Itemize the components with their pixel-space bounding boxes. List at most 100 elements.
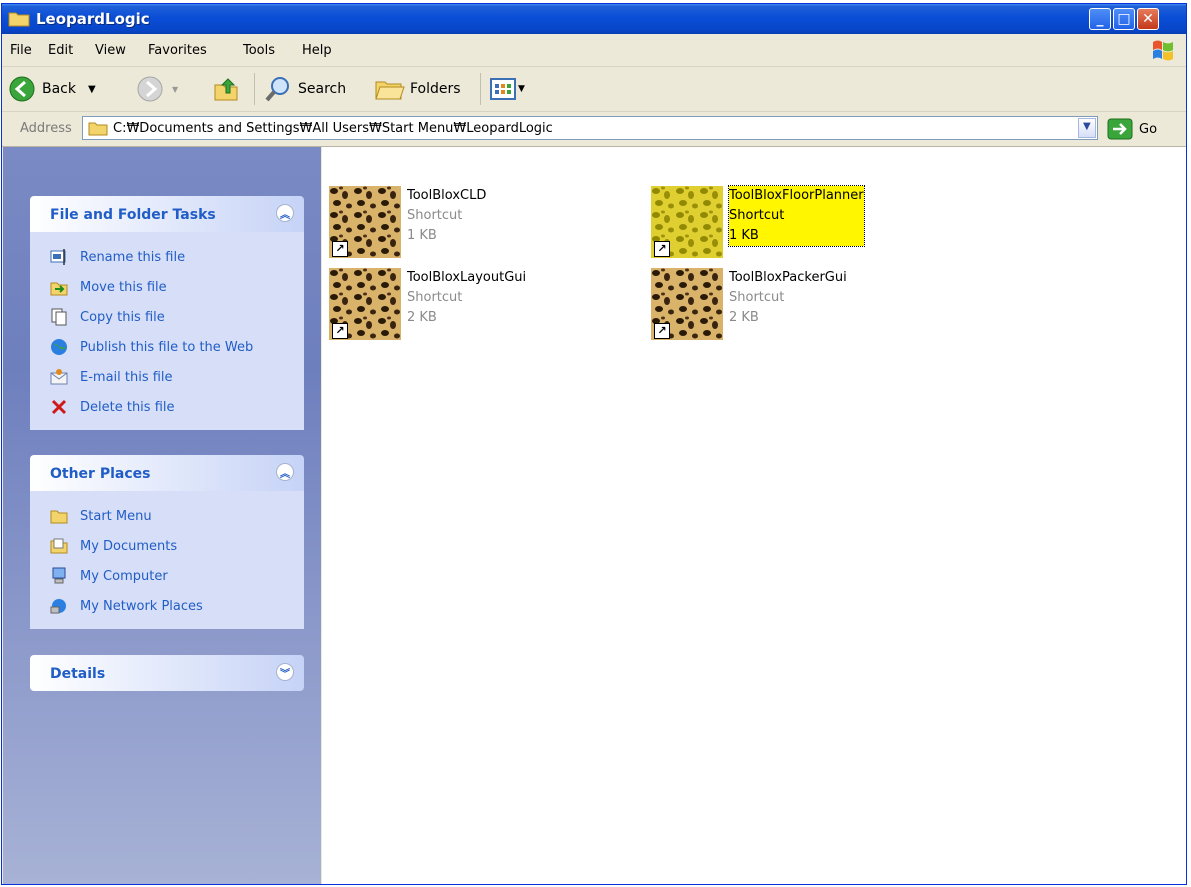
- folders-button[interactable]: Folders: [374, 74, 461, 104]
- task-label: Publish this file to the Web: [80, 339, 254, 355]
- window-title: LeopardLogic: [36, 10, 150, 28]
- file-size: 1 KB: [729, 228, 759, 243]
- rename-icon: [50, 249, 66, 265]
- file-name: ToolBloxLayoutGui: [407, 270, 527, 285]
- back-label: Back: [42, 81, 76, 97]
- views-icon: [490, 78, 516, 100]
- address-dropdown-button[interactable]: ▼: [1078, 118, 1096, 138]
- folders-label: Folders: [410, 81, 461, 97]
- menu-edit[interactable]: Edit: [48, 43, 73, 58]
- up-folder-icon: [214, 78, 238, 101]
- file-type: Shortcut: [729, 208, 785, 223]
- minimize-icon: _: [1096, 11, 1104, 27]
- file-type: Shortcut: [729, 290, 785, 305]
- views-dropdown-icon[interactable]: ▼: [518, 84, 525, 94]
- other-places-panel: Other Places ︽ Start Menu My Documents M…: [30, 455, 304, 629]
- file-item[interactable]: ↗ ToolBloxCLD Shortcut 1 KB: [322, 183, 622, 263]
- menu-bar: File Edit View Favorites Tools Help: [2, 34, 1186, 67]
- panel-body: Rename this file Move this file Copy thi…: [30, 232, 304, 430]
- address-label: Address: [20, 121, 72, 136]
- collapse-icon[interactable]: ︽: [276, 204, 294, 222]
- folder-icon: [50, 510, 68, 524]
- menu-file[interactable]: File: [10, 43, 32, 58]
- file-info: ToolBloxCLD Shortcut 1 KB: [407, 186, 486, 246]
- task-publish-web[interactable]: Publish this file to the Web: [30, 332, 304, 362]
- back-dropdown-icon[interactable]: ▼: [88, 84, 96, 95]
- file-item[interactable]: ↗ ToolBloxLayoutGui Shortcut 2 KB: [322, 265, 622, 345]
- minimize-button[interactable]: _: [1089, 8, 1111, 30]
- go-button[interactable]: Go: [1107, 118, 1157, 140]
- file-name: ToolBloxPackerGui: [729, 270, 847, 285]
- task-label: E-mail this file: [80, 369, 173, 385]
- delete-icon: [51, 399, 67, 415]
- toolbar-separator: [254, 73, 255, 105]
- network-places-icon: [50, 599, 66, 614]
- file-name: ToolBloxFloorPlanner: [729, 188, 864, 203]
- place-label: My Documents: [80, 538, 178, 554]
- email-icon: [50, 369, 68, 385]
- my-computer-icon: [52, 567, 66, 584]
- file-item[interactable]: ↗ ToolBloxPackerGui Shortcut 2 KB: [644, 265, 944, 345]
- search-button[interactable]: Search: [264, 74, 346, 104]
- place-label: My Computer: [80, 568, 168, 584]
- go-arrow-icon: [1107, 118, 1133, 140]
- toolbar-separator: [480, 73, 481, 105]
- menu-tools[interactable]: Tools: [243, 43, 275, 58]
- shortcut-arrow-icon: ↗: [654, 323, 670, 339]
- close-button[interactable]: ✕: [1137, 8, 1159, 30]
- task-label: Rename this file: [80, 249, 186, 265]
- panel-body: Start Menu My Documents My Computer My N…: [30, 491, 304, 629]
- views-button[interactable]: ▼: [490, 74, 525, 104]
- place-my-documents[interactable]: My Documents: [30, 531, 304, 561]
- file-folder-tasks-panel: File and Folder Tasks ︽ Rename this file…: [30, 196, 304, 430]
- file-item-selected[interactable]: ↗ ToolBloxFloorPlanner Shortcut 1 KB: [644, 183, 944, 263]
- copy-icon: [51, 308, 67, 326]
- task-rename-file[interactable]: Rename this file: [30, 242, 304, 272]
- place-my-network-places[interactable]: My Network Places: [30, 591, 304, 621]
- panel-title: Details: [50, 666, 106, 682]
- menu-view[interactable]: View: [95, 43, 126, 58]
- menu-help[interactable]: Help: [302, 43, 332, 58]
- file-name: ToolBloxCLD: [407, 188, 487, 203]
- place-my-computer[interactable]: My Computer: [30, 561, 304, 591]
- maximize-icon: □: [1117, 11, 1131, 27]
- address-bar: Address C:₩Documents and Settings₩All Us…: [2, 112, 1186, 147]
- panel-header[interactable]: Other Places ︽: [30, 455, 304, 491]
- panel-title: Other Places: [50, 466, 151, 482]
- toolbar: Back ▼ ▼ Search Folders ▼: [2, 67, 1186, 112]
- collapse-icon[interactable]: ︽: [276, 463, 294, 481]
- panel-title: File and Folder Tasks: [50, 207, 216, 223]
- file-info: ToolBloxLayoutGui Shortcut 2 KB: [407, 268, 526, 328]
- forward-dropdown-icon[interactable]: ▼: [172, 85, 178, 94]
- publish-web-icon: [51, 339, 67, 355]
- task-delete-file[interactable]: Delete this file: [30, 392, 304, 422]
- task-pane: File and Folder Tasks ︽ Rename this file…: [3, 147, 321, 884]
- forward-button[interactable]: ▼: [136, 74, 178, 104]
- search-label: Search: [298, 81, 347, 97]
- panel-header[interactable]: File and Folder Tasks ︽: [30, 196, 304, 232]
- forward-icon: [137, 76, 163, 102]
- panel-header[interactable]: Details ︾: [30, 655, 304, 691]
- task-label: Delete this file: [80, 399, 175, 415]
- file-info: ToolBloxPackerGui Shortcut 2 KB: [729, 268, 847, 328]
- file-type: Shortcut: [407, 208, 463, 223]
- up-folder-button[interactable]: [212, 74, 240, 104]
- task-copy-file[interactable]: Copy this file: [30, 302, 304, 332]
- folders-icon: [375, 81, 405, 100]
- shortcut-arrow-icon: ↗: [332, 241, 348, 257]
- shortcut-arrow-icon: ↗: [654, 241, 670, 257]
- place-label: Start Menu: [80, 508, 152, 524]
- title-bar[interactable]: LeopardLogic _ □ ✕: [2, 4, 1186, 34]
- menu-favorites[interactable]: Favorites: [148, 43, 207, 58]
- place-start-menu[interactable]: Start Menu: [30, 501, 304, 531]
- address-value: C:₩Documents and Settings₩All Users₩Star…: [113, 121, 553, 136]
- file-size: 2 KB: [729, 310, 759, 325]
- maximize-button[interactable]: □: [1113, 8, 1135, 30]
- address-input[interactable]: C:₩Documents and Settings₩All Users₩Star…: [82, 116, 1098, 140]
- expand-icon[interactable]: ︾: [276, 663, 294, 681]
- task-move-file[interactable]: Move this file: [30, 272, 304, 302]
- task-email-file[interactable]: E-mail this file: [30, 362, 304, 392]
- move-icon: [50, 282, 68, 296]
- back-button[interactable]: Back ▼: [8, 74, 96, 104]
- file-type: Shortcut: [407, 290, 463, 305]
